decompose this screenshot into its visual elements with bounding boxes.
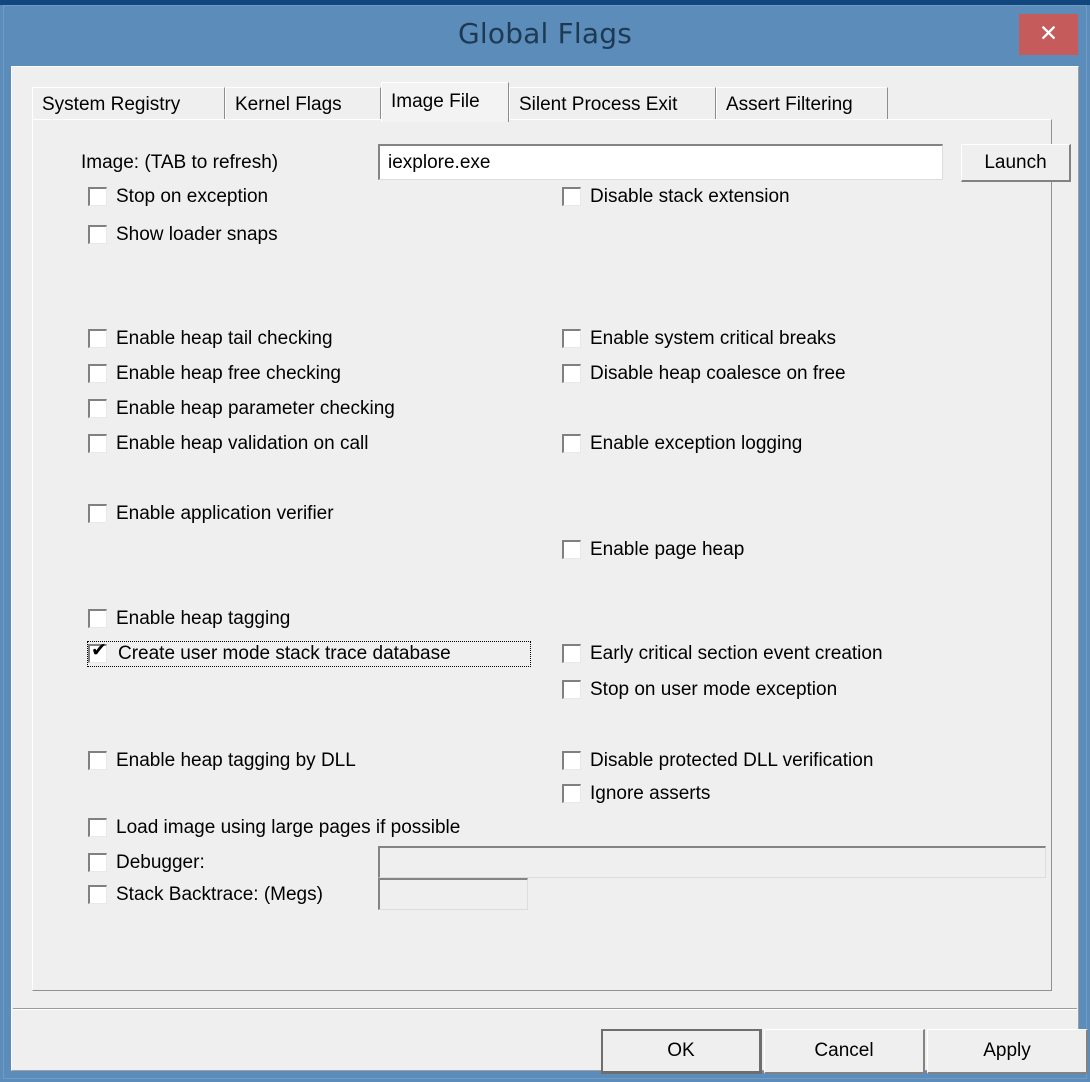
checkbox-box — [88, 853, 107, 872]
checkbox-label: Enable heap tagging by DLL — [116, 750, 356, 771]
checkbox-label: Enable heap tagging — [116, 608, 291, 629]
checkbox-box: ✔ — [88, 639, 107, 663]
checkbox-label: Ignore asserts — [590, 783, 711, 804]
close-icon: ✕ — [1038, 21, 1059, 47]
checkbox-label: Enable heap parameter checking — [116, 398, 395, 419]
tab-page-image-file: Image: (TAB to refresh) iexplore.exe Lau… — [32, 119, 1071, 991]
stack-backtrace-input[interactable] — [378, 878, 528, 910]
checkbox-box — [88, 504, 107, 523]
checkbox-box — [88, 818, 107, 837]
checkbox-box — [562, 364, 581, 383]
close-button[interactable]: ✕ — [1019, 14, 1078, 55]
tab-silent-process-exit[interactable]: Silent Process Exit — [509, 87, 716, 121]
checkbox-label: Stop on exception — [116, 186, 269, 207]
checkbox-box — [88, 364, 107, 383]
checkbox-box — [88, 399, 107, 418]
checkbox-box — [562, 751, 581, 770]
cancel-button[interactable]: Cancel — [764, 1029, 925, 1074]
checkbox-label: Load image using large pages if possible — [116, 817, 461, 838]
checkmark-icon: ✔ — [91, 639, 107, 661]
checkbox-box — [88, 225, 107, 244]
image-label: Image: (TAB to refresh) — [81, 152, 279, 173]
checkbox-box — [88, 885, 107, 904]
launch-button[interactable]: Launch — [961, 144, 1071, 182]
ok-button[interactable]: OK — [601, 1029, 762, 1074]
tab-strip: System Registry Kernel Flags Image File … — [32, 82, 1052, 122]
checkbox-label: Stop on user mode exception — [590, 679, 838, 700]
checkbox-box — [88, 187, 107, 206]
checkbox-label: Enable heap tail checking — [116, 328, 333, 349]
checkbox-box — [88, 751, 107, 770]
checkbox-box — [88, 329, 107, 348]
title-bar[interactable]: Global Flags ✕ — [4, 5, 1086, 63]
checkbox-box — [562, 329, 581, 348]
debugger-input[interactable] — [378, 846, 1046, 878]
checkbox-box — [88, 434, 107, 453]
tab-kernel-flags[interactable]: Kernel Flags — [225, 87, 381, 121]
checkbox-box — [562, 784, 581, 803]
checkbox-create-user-mode-stack-trace-database[interactable]: ✔ Create user mode stack trace database — [87, 639, 531, 667]
checkbox-label: Enable heap free checking — [116, 363, 341, 384]
checkbox-box — [562, 434, 581, 453]
tab-assert-filtering[interactable]: Assert Filtering — [716, 87, 888, 121]
checkbox-box — [562, 540, 581, 559]
checkbox-label: Enable application verifier — [116, 503, 334, 524]
image-input[interactable]: iexplore.exe — [378, 144, 943, 180]
checkbox-label: Early critical section event creation — [590, 643, 883, 664]
checkbox-label: Debugger: — [116, 852, 205, 873]
checkbox-label: Show loader snaps — [116, 224, 278, 245]
checkbox-label: Enable page heap — [590, 539, 745, 560]
tab-system-registry[interactable]: System Registry — [32, 87, 225, 121]
checkbox-box — [562, 680, 581, 699]
window-title: Global Flags — [457, 17, 633, 50]
checkbox-label: Disable heap coalesce on free — [590, 363, 846, 384]
checkbox-label: Create user mode stack trace database — [118, 643, 451, 664]
button-bar-separator — [13, 1008, 1077, 1010]
checkbox-box — [88, 609, 107, 628]
tab-image-file[interactable]: Image File — [381, 82, 509, 122]
checkbox-box — [562, 644, 581, 663]
checkbox-label: Enable heap validation on call — [116, 433, 369, 454]
apply-button[interactable]: Apply — [927, 1029, 1088, 1074]
window-frame: Global Flags ✕ System Registry Kernel Fl… — [0, 0, 1090, 1082]
checkbox-label: Disable stack extension — [590, 186, 790, 207]
checkbox-label: Enable system critical breaks — [590, 328, 837, 349]
checkbox-box — [562, 187, 581, 206]
dialog-client-area: System Registry Kernel Flags Image File … — [11, 66, 1088, 1074]
checkbox-label: Stack Backtrace: (Megs) — [116, 884, 323, 905]
checkbox-label: Enable exception logging — [590, 433, 803, 454]
checkbox-label: Disable protected DLL verification — [590, 750, 874, 771]
